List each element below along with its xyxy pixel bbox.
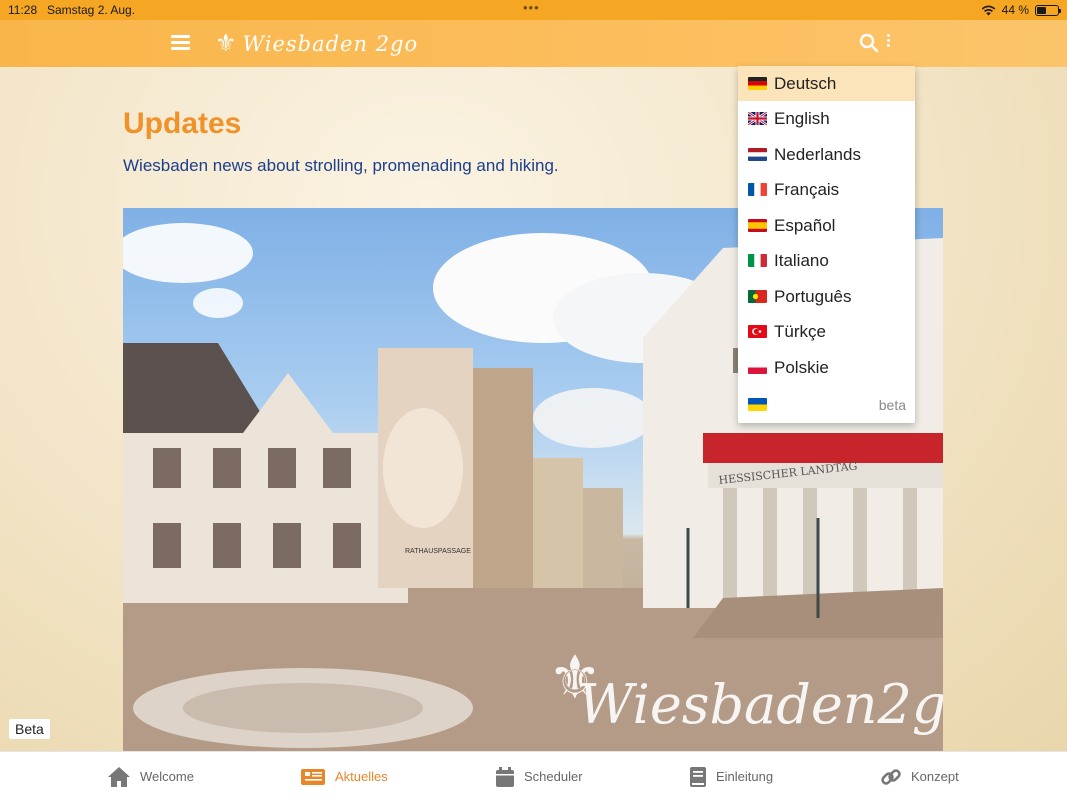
- lang-item-francais[interactable]: Français: [738, 172, 915, 207]
- hamburger-icon[interactable]: [171, 35, 190, 50]
- image-watermark: Wiesbaden2go: [578, 673, 943, 736]
- wifi-icon: [981, 5, 995, 15]
- search-icon[interactable]: [859, 33, 879, 53]
- passage-sign: RATHAUSPASSAGE: [405, 548, 471, 555]
- lang-item-ukrainian[interactable]: beta: [738, 387, 915, 422]
- lang-item-italiano[interactable]: Italiano: [738, 243, 915, 278]
- beta-label: beta: [878, 396, 906, 413]
- nav-label: Welcome: [140, 769, 194, 784]
- nav-label: Konzept: [911, 769, 959, 784]
- lang-item-english[interactable]: English: [738, 101, 915, 136]
- app-header: ⚜ Wiesbaden 2go: [0, 20, 1067, 67]
- page-subtitle: Wiesbaden news about strolling, promenad…: [123, 156, 559, 175]
- lang-label: Nederlands: [774, 144, 861, 164]
- link-icon: [881, 768, 901, 785]
- calendar-icon: [496, 766, 514, 787]
- nav-label: Scheduler: [524, 769, 583, 784]
- flag-es-icon: [748, 219, 767, 232]
- lang-item-deutsch[interactable]: Deutsch: [738, 66, 915, 101]
- lang-label: Polskie: [774, 357, 829, 377]
- nav-konzept[interactable]: Konzept: [880, 752, 959, 800]
- app-logo[interactable]: ⚜ Wiesbaden 2go: [215, 28, 418, 60]
- watermark-fleur-icon: ⚜: [548, 644, 602, 711]
- logo-text: Wiesbaden 2go: [242, 32, 419, 56]
- book-icon: [690, 766, 706, 787]
- lang-label: Français: [774, 179, 840, 199]
- flag-nl-icon: [748, 148, 767, 161]
- lang-item-espanol[interactable]: Español: [738, 208, 915, 243]
- flag-gb-icon: [748, 112, 767, 125]
- beta-badge: Beta: [9, 719, 50, 739]
- bottom-navigation: Welcome Aktuelles Scheduler Einleitung K…: [0, 751, 1067, 800]
- newspaper-icon: [301, 768, 325, 785]
- nav-scheduler[interactable]: Scheduler: [495, 752, 583, 800]
- lang-item-nederlands[interactable]: Nederlands: [738, 137, 915, 172]
- nav-label: Aktuelles: [335, 769, 388, 784]
- page-title: Updates: [123, 107, 242, 140]
- battery-percent: 44 %: [1001, 3, 1029, 17]
- status-date: Samstag 2. Aug.: [47, 3, 136, 17]
- flag-it-icon: [748, 254, 767, 267]
- flag-pt-icon: [748, 290, 767, 303]
- lang-label: Türkçe: [774, 321, 826, 341]
- fleur-de-lis-icon: ⚜: [215, 30, 237, 57]
- home-icon: [108, 766, 130, 787]
- nav-einleitung[interactable]: Einleitung: [689, 752, 773, 800]
- lang-item-turkce[interactable]: Türkçe: [738, 314, 915, 349]
- flag-fr-icon: [748, 183, 767, 196]
- multitasking-dots-icon[interactable]: •••: [523, 0, 540, 15]
- nav-aktuelles[interactable]: Aktuelles: [300, 752, 388, 800]
- status-time: 11:28: [8, 3, 38, 17]
- language-menu: Deutsch English Nederlands Français Espa…: [738, 66, 915, 423]
- battery-icon: [1035, 4, 1061, 16]
- nav-welcome[interactable]: Welcome: [107, 752, 194, 800]
- lang-label: Deutsch: [774, 73, 837, 93]
- flag-de-icon: [748, 77, 767, 90]
- nav-label: Einleitung: [716, 769, 774, 784]
- status-bar: 11:28 Samstag 2. Aug. ••• 44 %: [0, 0, 1067, 20]
- flag-tr-icon: [748, 325, 767, 338]
- lang-item-portugues[interactable]: Português: [738, 279, 915, 314]
- lang-label: English: [774, 108, 830, 128]
- lang-label: Português: [774, 286, 852, 306]
- lang-item-polskie[interactable]: Polskie: [738, 350, 915, 385]
- more-vertical-icon[interactable]: [884, 34, 892, 52]
- flag-ua-icon: [748, 398, 767, 411]
- flag-pl-icon: [748, 361, 767, 374]
- lang-label: Italiano: [774, 250, 829, 270]
- lang-label: Español: [774, 215, 836, 235]
- status-right: 44 %: [981, 3, 1061, 17]
